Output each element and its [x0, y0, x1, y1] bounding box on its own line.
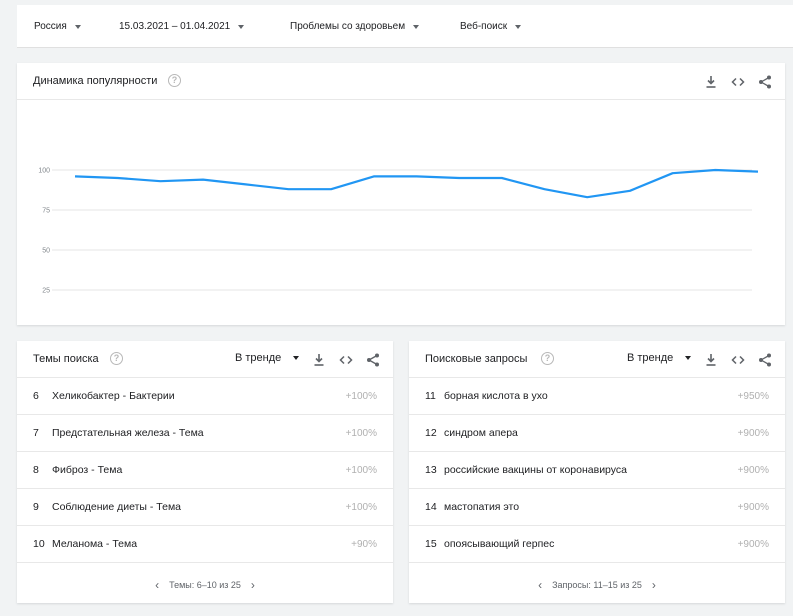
item-name: мастопатия это	[444, 501, 520, 513]
trend-dropdown[interactable]: В тренде	[235, 352, 300, 364]
chevron-right-icon[interactable]: ›	[642, 578, 666, 592]
help-icon[interactable]: ?	[541, 352, 554, 365]
item-rank: 13	[425, 464, 437, 476]
item-name: Соблюдение диеты - Тема	[52, 501, 182, 513]
share-icon[interactable]	[758, 75, 772, 89]
item-value: +100%	[345, 390, 377, 402]
chevron-left-icon[interactable]: ‹	[528, 578, 552, 592]
interest-chart: 10075502515 мар.20 мар.25 мар.30 мар.	[38, 168, 759, 295]
pagination-label: Темы: 6–10 из 25	[169, 579, 241, 590]
caret-down-icon	[74, 24, 81, 29]
item-name: опоясывающий герпес	[444, 538, 555, 550]
card-title: Динамика популярности	[33, 75, 158, 87]
item-value: +900%	[737, 538, 769, 550]
interest-over-time-card: Динамика популярности ? 10075502515 мар.…	[17, 63, 785, 325]
category-filter-label: Проблемы со здоровьем	[290, 21, 406, 32]
item-value: +900%	[737, 464, 769, 476]
list-item[interactable]: 10 Меланома - Тема +90%	[17, 526, 393, 563]
region-filter[interactable]: Россия	[34, 5, 81, 48]
item-value: +900%	[737, 427, 769, 439]
embed-icon[interactable]	[731, 353, 745, 367]
caret-down-icon	[413, 24, 420, 29]
region-filter-label: Россия	[34, 21, 67, 32]
trend-dropdown[interactable]: В тренде	[627, 352, 692, 364]
item-value: +100%	[345, 501, 377, 513]
y-tick-label: 50	[42, 248, 50, 255]
item-rank: 6	[33, 390, 39, 402]
help-icon[interactable]: ?	[168, 74, 181, 87]
related-topics-card: Темы поиска ? В тренде 6 Хеликобактер - …	[17, 341, 393, 603]
caret-down-icon	[293, 356, 300, 360]
y-tick-label: 25	[42, 288, 50, 295]
embed-icon[interactable]	[339, 353, 353, 367]
list-item[interactable]: 13 российские вакцины от коронавируса +9…	[409, 452, 785, 489]
y-tick-label: 100	[38, 168, 50, 175]
item-rank: 10	[33, 538, 45, 550]
list-item[interactable]: 11 борная кислота в ухо +950%	[409, 378, 785, 415]
list-item[interactable]: 15 опоясывающий герпес +900%	[409, 526, 785, 563]
caret-down-icon	[515, 24, 522, 29]
trend-dropdown-label: В тренде	[627, 352, 674, 364]
card-header: Динамика популярности ?	[17, 63, 785, 100]
help-icon[interactable]: ?	[110, 352, 123, 365]
item-rank: 9	[33, 501, 39, 513]
item-name: синдром апера	[444, 427, 518, 439]
list-item[interactable]: 14 мастопатия это +900%	[409, 489, 785, 526]
search-type-filter[interactable]: Веб-поиск	[460, 5, 522, 48]
item-rank: 7	[33, 427, 39, 439]
list-item[interactable]: 8 Фиброз - Тема +100%	[17, 452, 393, 489]
list-item[interactable]: 7 Предстательная железа - Тема +100%	[17, 415, 393, 452]
pagination: ‹ Запросы: 11–15 из 25 ›	[409, 566, 785, 603]
caret-down-icon	[685, 356, 692, 360]
item-value: +100%	[345, 427, 377, 439]
list-item[interactable]: 9 Соблюдение диеты - Тема +100%	[17, 489, 393, 526]
item-rank: 8	[33, 464, 39, 476]
item-name: Фиброз - Тема	[52, 464, 123, 476]
trend-dropdown-label: В тренде	[235, 352, 282, 364]
card-title: Поисковые запросы	[425, 353, 528, 365]
category-filter[interactable]: Проблемы со здоровьем	[290, 5, 420, 48]
item-value: +900%	[737, 501, 769, 513]
card-header: Темы поиска ? В тренде	[17, 341, 393, 378]
search-type-filter-label: Веб-поиск	[460, 21, 508, 32]
card-title: Темы поиска	[33, 353, 99, 365]
item-value: +100%	[345, 464, 377, 476]
pagination-label: Запросы: 11–15 из 25	[552, 579, 642, 590]
period-filter-label: 15.03.2021 – 01.04.2021	[119, 21, 231, 32]
item-rank: 14	[425, 501, 437, 513]
list-item[interactable]: 12 синдром апера +900%	[409, 415, 785, 452]
item-value: +950%	[737, 390, 769, 402]
share-icon[interactable]	[366, 353, 380, 367]
item-name: Меланома - Тема	[52, 538, 138, 550]
embed-icon[interactable]	[731, 75, 745, 89]
item-name: борная кислота в ухо	[444, 390, 548, 402]
filter-bar: Россия 15.03.2021 – 01.04.2021 Проблемы …	[17, 5, 793, 48]
period-filter[interactable]: 15.03.2021 – 01.04.2021	[119, 5, 245, 48]
series-line	[74, 168, 759, 199]
related-queries-card: Поисковые запросы ? В тренде 11 борная к…	[409, 341, 785, 603]
download-icon[interactable]	[704, 75, 718, 89]
item-value: +90%	[351, 538, 377, 550]
download-icon[interactable]	[312, 353, 326, 367]
item-name: Предстательная железа - Тема	[52, 427, 204, 439]
chevron-right-icon[interactable]: ›	[241, 578, 265, 592]
pagination: ‹ Темы: 6–10 из 25 ›	[17, 566, 393, 603]
share-icon[interactable]	[758, 353, 772, 367]
card-header: Поисковые запросы ? В тренде	[409, 341, 785, 378]
list-item[interactable]: 6 Хеликобактер - Бактерии +100%	[17, 378, 393, 415]
item-rank: 12	[425, 427, 437, 439]
item-rank: 11	[425, 390, 436, 402]
download-icon[interactable]	[704, 353, 718, 367]
item-name: Хеликобактер - Бактерии	[52, 390, 175, 402]
caret-down-icon	[238, 24, 245, 29]
y-tick-label: 75	[42, 208, 50, 215]
item-name: российские вакцины от коронавируса	[444, 464, 628, 476]
chevron-left-icon[interactable]: ‹	[145, 578, 169, 592]
item-rank: 15	[425, 538, 437, 550]
